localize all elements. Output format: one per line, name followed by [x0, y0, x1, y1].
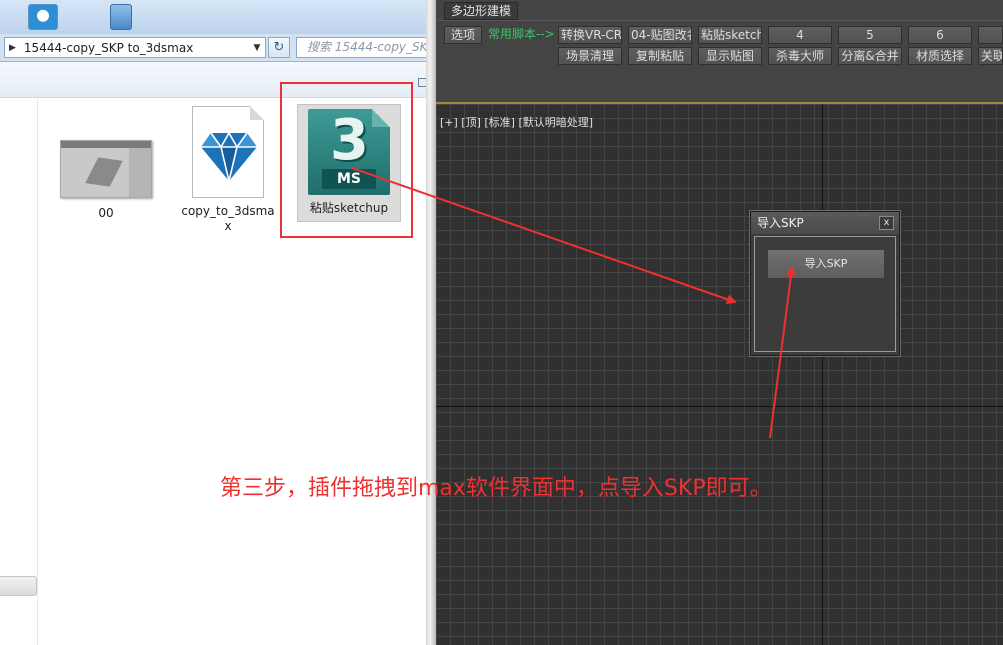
- horizontal-scrollbar[interactable]: [0, 576, 37, 596]
- grid-axis-horizontal: [436, 406, 1003, 407]
- address-path: 15444-copy_SKP to_3dsmax: [23, 40, 194, 55]
- scene-cleanup-button[interactable]: 场景清理: [558, 47, 622, 65]
- file-thumbnail: [60, 140, 152, 198]
- refresh-button[interactable]: ↻: [268, 37, 290, 58]
- chevron-down-icon[interactable]: ▼: [249, 43, 265, 53]
- material-select-button[interactable]: 材质选择: [908, 47, 972, 65]
- top-viewport[interactable]: [+] [顶] [标准] [默认明暗处理] 导入SKP x 导入SKP: [436, 102, 1003, 645]
- slot-7-button[interactable]: [978, 26, 1003, 44]
- import-skp-button[interactable]: 导入SKP: [767, 249, 885, 279]
- slot-5-button[interactable]: 5: [838, 26, 902, 44]
- import-skp-dialog: 导入SKP x 导入SKP: [750, 211, 900, 356]
- viewport-label[interactable]: [+] [顶] [标准] [默认明暗处理]: [440, 114, 593, 130]
- paste-sketchup-button[interactable]: 粘贴sketchup: [698, 26, 762, 44]
- search-input[interactable]: 搜索 15444-copy_SK: [296, 37, 432, 58]
- script-ribbon: 选项 常用脚本--> 转换VR-CR- 04-贴图改名 粘贴sketchup 4…: [436, 20, 1003, 102]
- file-item-copy-to-3dsmax[interactable]: copy_to_3dsma x: [178, 106, 278, 234]
- copy-paste-button[interactable]: 复制粘贴: [628, 47, 692, 65]
- antivirus-button[interactable]: 杀毒大师: [768, 47, 832, 65]
- folder-icon[interactable]: [110, 4, 132, 30]
- address-row: ▶ 15444-copy_SKP to_3dsmax ▼ ↻ 搜索 15444-…: [0, 34, 432, 62]
- breadcrumb-arrow-icon[interactable]: ▶: [9, 43, 16, 53]
- window-splitter[interactable]: [426, 0, 436, 645]
- annotation-highlight-box: [280, 82, 413, 238]
- convert-vr-button[interactable]: 转换VR-CR-: [558, 26, 622, 44]
- dialog-body: 导入SKP: [754, 236, 896, 352]
- app-icon[interactable]: [28, 4, 58, 30]
- detach-merge-button[interactable]: 分离&合并: [838, 47, 902, 65]
- instruction-annotation: 第三步，插件拖拽到max软件界面中，点导入SKP即可。: [220, 476, 772, 501]
- link-button[interactable]: 关联: [978, 47, 1003, 65]
- options-button[interactable]: 选项: [444, 26, 482, 44]
- tab-polygon-modeling[interactable]: 多边形建模: [444, 2, 519, 20]
- grid-axis-vertical: [822, 104, 823, 645]
- document-icon: [192, 106, 264, 198]
- max-window: 多边形建模 选项 常用脚本--> 转换VR-CR- 04-贴图改名 粘贴sket…: [436, 0, 1003, 645]
- close-icon[interactable]: x: [879, 216, 894, 230]
- show-maps-button[interactable]: 显示贴图: [698, 47, 762, 65]
- dialog-title: 导入SKP: [751, 212, 899, 234]
- file-explorer-window: ▶ 15444-copy_SKP to_3dsmax ▼ ↻ 搜索 15444-…: [0, 0, 432, 645]
- rename-maps-button[interactable]: 04-贴图改名: [628, 26, 692, 44]
- slot-4-button[interactable]: 4: [768, 26, 832, 44]
- address-bar[interactable]: ▶ 15444-copy_SKP to_3dsmax ▼: [4, 37, 266, 58]
- common-scripts-label: 常用脚本-->: [488, 27, 555, 41]
- gem-icon: [201, 131, 257, 182]
- file-name: 00: [98, 206, 114, 220]
- slot-6-button[interactable]: 6: [908, 26, 972, 44]
- explorer-top-bar: [0, 0, 432, 34]
- file-name: copy_to_3dsma x: [181, 204, 275, 233]
- file-item-00[interactable]: 00: [58, 140, 154, 221]
- navigation-pane: [0, 98, 38, 645]
